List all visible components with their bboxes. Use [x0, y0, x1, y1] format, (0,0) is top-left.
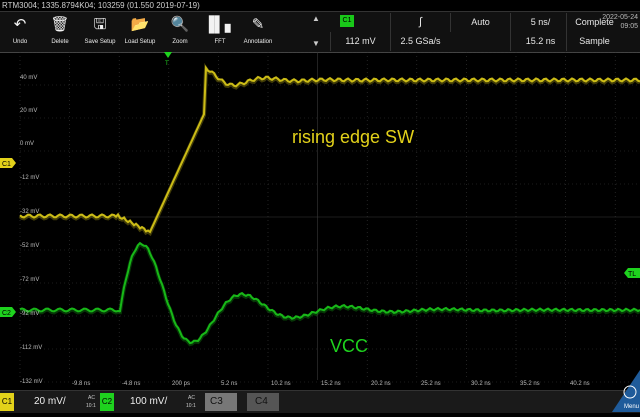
fft-icon: ▐▌▖: [203, 16, 237, 33]
x-label: 15.2 ns: [321, 381, 341, 387]
waveform-display[interactable]: 40 mV 20 mV 0 mV -12 mV -32 mV -52 mV -7…: [0, 52, 640, 390]
date: 2022-05-24: [602, 14, 638, 21]
pen-icon: ✎: [251, 16, 265, 33]
c2-settings[interactable]: C2 100 mV/ AC 10:1: [100, 393, 200, 411]
undo-button[interactable]: ↶ Undo: [2, 13, 38, 51]
svg-text:C1: C1: [2, 161, 11, 168]
c1-coupling: AC: [88, 395, 95, 401]
y-label: -132 mV: [20, 379, 43, 385]
save-icon: 🖫: [93, 16, 107, 33]
y-label: -112 mV: [20, 345, 42, 351]
x-label: 200 ps: [172, 381, 190, 387]
undo-icon: ↶: [13, 16, 27, 33]
title-bar: RTM3004; 1335.8794K04; 103259 (01.550 20…: [0, 0, 640, 12]
x-label: -9.8 ns: [72, 381, 90, 387]
trigger-level-marker[interactable]: TL: [624, 268, 640, 278]
x-label: 40.2 ns: [570, 381, 590, 387]
svg-text:T: T: [165, 61, 169, 67]
svg-text:TL: TL: [628, 271, 636, 278]
y-label: -12 mV: [20, 175, 39, 181]
scroll-down-icon[interactable]: ▼: [312, 39, 320, 48]
c4-settings[interactable]: C4: [247, 393, 279, 411]
time: 09:05: [620, 23, 638, 30]
annotation-rising-edge[interactable]: rising edge SW: [292, 127, 414, 147]
annotation-button[interactable]: ✎ Annotation: [240, 13, 276, 51]
c2-probe: 10:1: [186, 403, 196, 409]
x-label: 30.2 ns: [471, 381, 491, 387]
trigger-level: 112 mV: [330, 32, 390, 51]
c1-settings[interactable]: C1 20 mV/ AC 10:1: [0, 393, 100, 411]
ch1-waveform: [19, 64, 640, 234]
channel-bar: C1 20 mV/ AC 10:1 C2 100 mV/ AC 10:1 C3 …: [0, 390, 640, 413]
fft-button[interactable]: ▐▌▖ FFT: [202, 13, 238, 51]
menu-icon: Menu: [612, 370, 640, 412]
load-setup-button[interactable]: 📂 Load Setup: [122, 13, 158, 51]
c2-tag: C2: [100, 393, 114, 411]
trigger-mode-box[interactable]: Auto: [450, 13, 510, 51]
c2-offset-marker[interactable]: C2: [0, 307, 16, 317]
y-axis-labels: 40 mV 20 mV 0 mV -12 mV -32 mV -52 mV -7…: [20, 75, 43, 385]
x-label: 5.2 ns: [221, 381, 237, 387]
sample-rate: 2.5 GSa/s: [390, 32, 450, 51]
timebase-box[interactable]: 5 ns/ 15.2 ns: [510, 13, 570, 51]
trigger-position-marker[interactable]: T: [164, 52, 172, 67]
c1-scale: 20 mV/: [34, 396, 66, 407]
time-offset: 15.2 ns: [510, 32, 570, 51]
slope-icon: ∫: [390, 13, 450, 32]
c4-tag: C4: [255, 396, 268, 407]
zoom-button[interactable]: 🔍 Zoom: [162, 13, 198, 51]
save-setup-button[interactable]: 🖫 Save Setup: [82, 13, 118, 51]
y-label: 0 mV: [20, 141, 34, 147]
zoom-icon: 🔍: [170, 16, 190, 33]
datetime: 2022-05-24 09:05: [602, 13, 640, 43]
delete-button[interactable]: 🗑 Delete: [42, 13, 78, 51]
svg-text:Menu: Menu: [624, 404, 639, 410]
x-label: 25.2 ns: [421, 381, 441, 387]
trash-icon: 🗑: [50, 16, 70, 33]
x-label: 35.2 ns: [520, 381, 540, 387]
time-per-div: 5 ns/: [510, 13, 570, 32]
ch2-waveform-persistence: [19, 241, 640, 347]
scroll-up-icon[interactable]: ▲: [312, 14, 320, 23]
c1-offset-marker[interactable]: C1: [0, 158, 16, 168]
trigger-level-box[interactable]: 112 mV: [330, 13, 390, 51]
load-icon: 📂: [130, 16, 150, 33]
y-label: -72 mV: [20, 277, 39, 283]
c1-tag: C1: [0, 393, 14, 411]
ch2-waveform: [19, 241, 640, 345]
y-label: 40 mV: [20, 75, 37, 81]
y-label: -92 mV: [20, 311, 39, 317]
y-label: -52 mV: [20, 243, 39, 249]
y-label: 20 mV: [20, 108, 37, 114]
y-label: -32 mV: [20, 209, 39, 215]
c1-probe: 10:1: [86, 403, 96, 409]
c2-coupling: AC: [188, 395, 195, 401]
x-label: 20.2 ns: [371, 381, 391, 387]
trigger-mode: Auto: [450, 13, 510, 32]
annotation-vcc[interactable]: VCC: [330, 336, 368, 356]
c3-tag: C3: [210, 396, 223, 407]
c2-scale: 100 mV/: [130, 396, 168, 407]
svg-text:C2: C2: [2, 310, 11, 317]
menu-button[interactable]: Menu: [610, 370, 640, 412]
x-label: -4.8 ns: [122, 381, 140, 387]
x-label: 10.2 ns: [271, 381, 291, 387]
c3-settings[interactable]: C3: [205, 393, 237, 411]
sample-rate-box[interactable]: ∫ 2.5 GSa/s: [390, 13, 450, 51]
